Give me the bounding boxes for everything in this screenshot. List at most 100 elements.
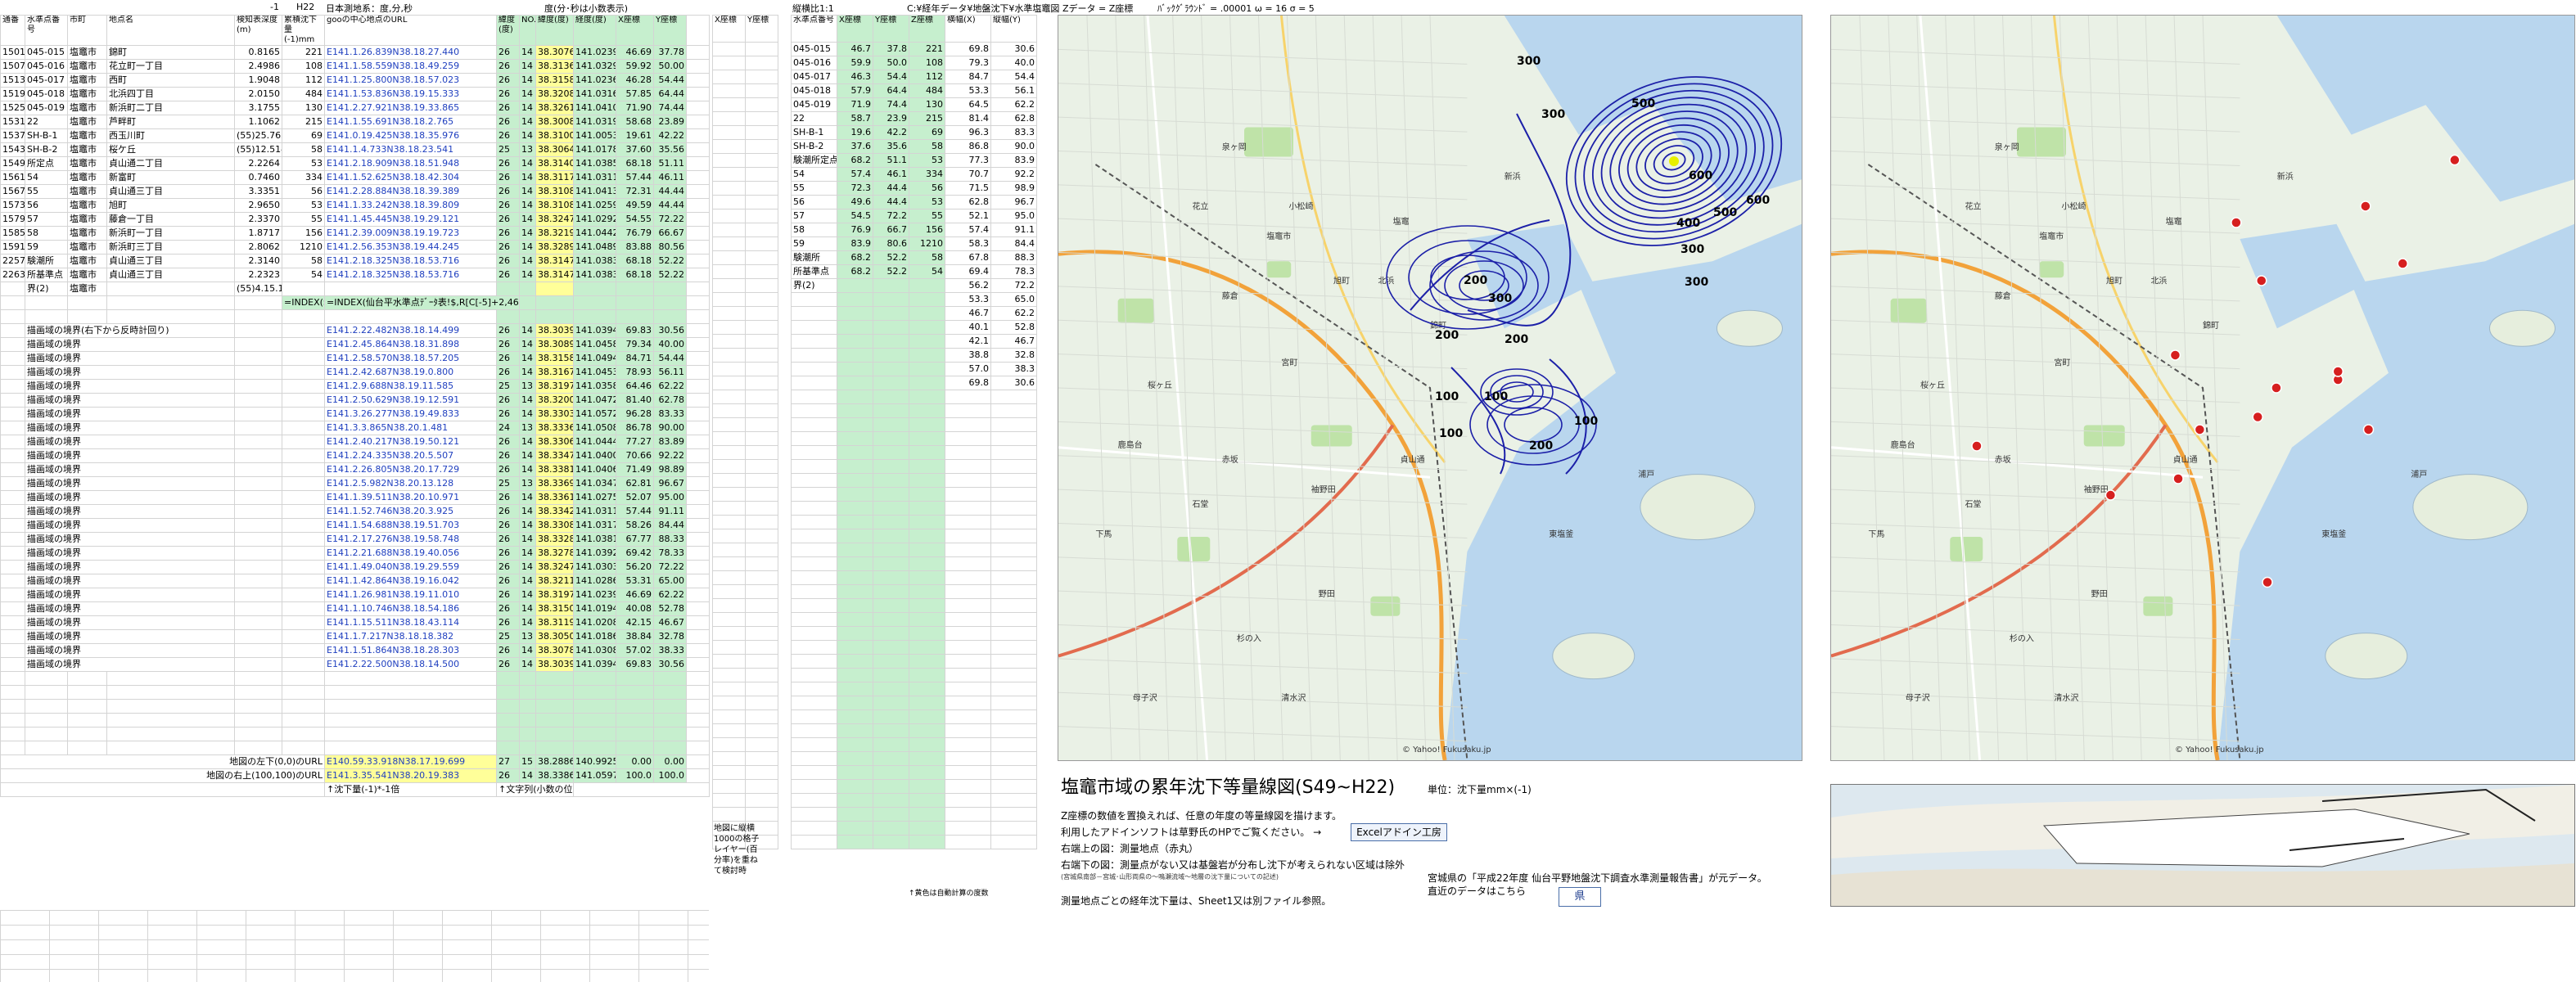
table-cell[interactable] <box>837 570 873 585</box>
table-cell[interactable]: 23.9 <box>873 111 909 126</box>
table-cell[interactable] <box>282 601 325 616</box>
formula-cell-a[interactable]: =INDEX($ <box>282 295 325 310</box>
table-cell[interactable] <box>791 515 837 529</box>
table-row[interactable] <box>791 445 1037 460</box>
table-row[interactable] <box>791 626 1037 641</box>
table-cell[interactable] <box>745 779 778 794</box>
table-row[interactable] <box>712 445 778 460</box>
table-cell[interactable]: 貞山通三丁目 <box>106 268 235 282</box>
table-cell[interactable]: 141.0597 <box>573 768 616 783</box>
table-cell[interactable] <box>837 376 873 390</box>
table-cell[interactable]: 141.0508 <box>573 421 616 435</box>
table-cell[interactable]: 53.3 <box>945 292 991 307</box>
table-row[interactable]: 46.7 62.2 <box>791 306 1037 321</box>
table-cell[interactable] <box>990 570 1037 585</box>
table-cell[interactable] <box>0 476 25 491</box>
table-cell[interactable] <box>909 362 945 376</box>
table-cell[interactable] <box>712 668 746 682</box>
table-cell[interactable] <box>234 560 282 574</box>
table-cell[interactable] <box>945 779 991 794</box>
table-row[interactable]: 1501 045-015 塩竈市 錦町 0.8165 221 E141.1.26.839N3… <box>0 45 710 60</box>
table-cell[interactable] <box>837 348 873 363</box>
boundary-label[interactable]: 描画域の境界 <box>25 518 235 533</box>
table-cell[interactable] <box>837 417 873 432</box>
contour-map[interactable]: 塩竈市 小松崎 泉ヶ岡 塩竈 北浜 錦町 旭町 新浜 藤倉 花立 宮町 桜ヶ丘 鹿島台 赤坂 石堂 袖野田 浦戸… <box>1058 15 1802 761</box>
table-cell[interactable]: 58 <box>909 250 945 265</box>
table-cell[interactable]: 045-018 <box>25 87 68 101</box>
table-cell[interactable]: 141.0385 <box>573 156 616 171</box>
table-cell[interactable] <box>686 59 710 74</box>
table-cell[interactable] <box>712 83 746 98</box>
table-row[interactable] <box>712 278 778 293</box>
table-cell[interactable] <box>837 626 873 641</box>
table-cell[interactable]: E141.2.40.217N38.19.50.121 <box>324 435 497 449</box>
table-cell[interactable]: 塩竈市 <box>67 59 107 74</box>
table-cell[interactable] <box>909 570 945 585</box>
table-cell[interactable]: E141.3.35.541N38.20.19.383 <box>324 768 497 783</box>
table-cell[interactable]: 26 <box>496 156 520 171</box>
boundary-row[interactable]: 描画域の境界 E141.1.10.746N38.18.54.186 26 14 38.3… <box>0 601 710 616</box>
table-cell[interactable] <box>791 417 837 432</box>
table-cell[interactable] <box>686 184 710 199</box>
table-cell[interactable] <box>791 403 837 418</box>
table-row[interactable]: 045-018 57.9 64.4 484 53.3 56.1 <box>791 83 1037 98</box>
table-cell[interactable]: 51.1 <box>873 153 909 168</box>
table-cell[interactable] <box>282 629 325 644</box>
table-cell[interactable]: E141.1.58.559N38.18.49.259 <box>324 59 497 74</box>
table-row[interactable]: 1519 045-018 塩竈市 北浜四丁目 2.0150 484 E141.1.53.83… <box>0 87 710 101</box>
table-cell[interactable]: 26 <box>496 59 520 74</box>
table-row[interactable] <box>712 390 778 404</box>
table-cell[interactable]: 26 <box>496 435 520 449</box>
table-cell[interactable]: 56.2 <box>945 278 991 293</box>
table-cell[interactable] <box>837 515 873 529</box>
table-cell[interactable]: 14 <box>519 657 536 672</box>
table-cell[interactable]: 53 <box>909 195 945 209</box>
table-cell[interactable]: 53 <box>282 198 325 213</box>
table-cell[interactable]: 26 <box>496 128 520 143</box>
table-cell[interactable] <box>909 682 945 696</box>
table-cell[interactable] <box>909 459 945 474</box>
table-cell[interactable] <box>686 601 710 616</box>
table-cell[interactable] <box>945 682 991 696</box>
table-cell[interactable]: 55 <box>25 184 68 199</box>
table-cell[interactable]: 貞山通三丁目 <box>106 184 235 199</box>
table-cell[interactable] <box>712 793 746 808</box>
table-cell[interactable]: 38.2886 <box>535 755 574 769</box>
table-cell[interactable]: 38.3197 <box>535 379 574 394</box>
table-cell[interactable] <box>909 779 945 794</box>
table-cell[interactable]: 塩竈市 <box>67 226 107 241</box>
table-cell[interactable]: 14 <box>519 560 536 574</box>
table-cell[interactable] <box>791 807 837 822</box>
table-cell[interactable]: 26 <box>496 268 520 282</box>
table-cell[interactable]: 156 <box>909 223 945 237</box>
table-cell[interactable]: 54.44 <box>653 73 687 88</box>
table-cell[interactable] <box>909 501 945 516</box>
table-cell[interactable]: 57.0 <box>945 362 991 376</box>
table-cell[interactable]: 045-017 <box>791 70 837 84</box>
table-cell[interactable] <box>837 821 873 836</box>
table-cell[interactable] <box>745 682 778 696</box>
table-cell[interactable]: 38.3039 <box>535 657 574 672</box>
table-row[interactable] <box>712 682 778 696</box>
table-cell[interactable]: 芦畔町 <box>106 115 235 129</box>
table-cell[interactable] <box>945 487 991 502</box>
table-cell[interactable]: E141.1.45.445N38.19.29.121 <box>324 212 497 227</box>
table-cell[interactable]: 38.3158 <box>535 73 574 88</box>
empty-grid-left[interactable] <box>0 910 709 982</box>
table-cell[interactable]: (55)25.7632 <box>234 128 282 143</box>
table-row[interactable] <box>712 556 778 571</box>
table-cell[interactable] <box>686 268 710 282</box>
table-cell[interactable]: 221 <box>282 45 325 60</box>
table-row[interactable] <box>791 682 1037 696</box>
table-cell[interactable]: 所基準点 <box>791 264 837 279</box>
table-cell[interactable]: 045-016 <box>25 59 68 74</box>
table-cell[interactable]: 2.3370 <box>234 212 282 227</box>
table-cell[interactable]: 30.56 <box>653 657 687 672</box>
table-cell[interactable]: 西玉川町 <box>106 128 235 143</box>
table-row[interactable] <box>712 320 778 335</box>
table-cell[interactable]: 42.15 <box>616 615 654 630</box>
table-cell[interactable] <box>686 546 710 561</box>
table-row[interactable] <box>791 529 1037 543</box>
table-cell[interactable] <box>791 431 837 446</box>
table-cell[interactable] <box>791 723 837 738</box>
